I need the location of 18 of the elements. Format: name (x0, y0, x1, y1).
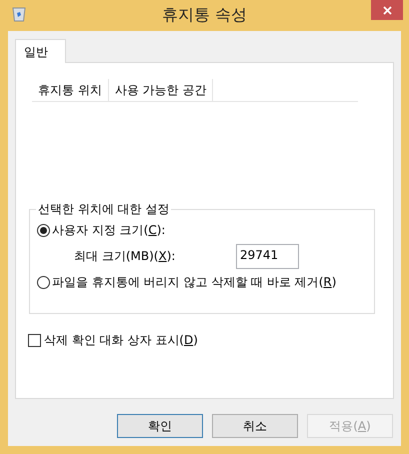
column-header[interactable]: 휴지통 위치 (32, 79, 109, 101)
dialog-button[interactable]: 취소 (212, 414, 298, 438)
radio-label[interactable]: 사용자 지정 크기(C): (52, 221, 166, 239)
radio-button[interactable] (37, 276, 50, 288)
group-title: 선택한 위치에 대한 설정 (36, 202, 172, 216)
radio-label[interactable]: 파일을 휴지통에 버리지 않고 삭제할 때 바로 제거(R) (52, 273, 336, 291)
radio-button[interactable] (37, 224, 50, 236)
checkbox[interactable] (28, 334, 41, 346)
recycle-bin-icon (12, 6, 26, 22)
dialog-button[interactable]: 확인 (117, 414, 203, 438)
checkbox-label[interactable]: 삭제 확인 대화 상자 표시(D) (44, 331, 198, 349)
tab[interactable]: 일반 (15, 39, 66, 63)
max-size-field[interactable]: 29741 (236, 244, 299, 268)
window-title: 휴지통 속성 (162, 4, 248, 26)
close-button[interactable] (371, 0, 403, 20)
close-icon (382, 6, 392, 14)
column-header[interactable]: 사용 가능한 공간 (108, 79, 214, 101)
max-size-label: 최대 크기(MB)(X): (74, 248, 176, 265)
